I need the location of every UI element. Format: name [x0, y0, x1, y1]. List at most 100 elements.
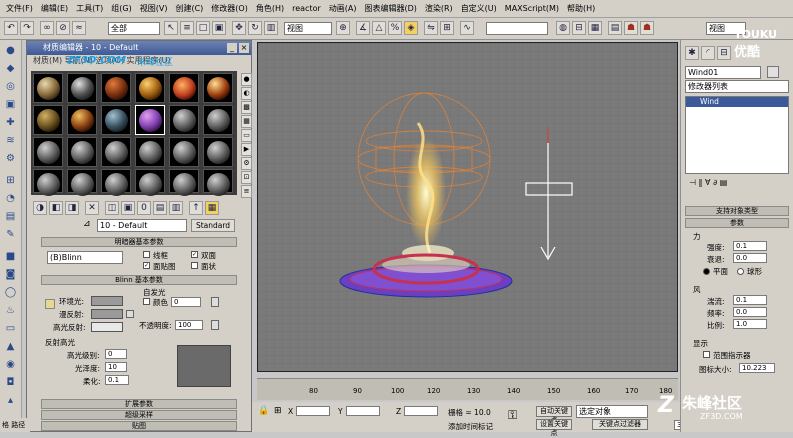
key-icon[interactable]: ⚿: [508, 408, 517, 423]
unlink-icon[interactable]: ⊘: [56, 21, 70, 35]
sample-slot-23[interactable]: [169, 169, 199, 196]
go-sibling-icon[interactable]: ▦: [205, 201, 219, 215]
spherical-radio[interactable]: [737, 268, 744, 275]
display-tool-icon[interactable]: ▤: [3, 210, 18, 224]
decay-value[interactable]: 0.0: [733, 253, 767, 263]
link-icon[interactable]: ∞: [40, 21, 54, 35]
self-illum-map-button[interactable]: [211, 297, 219, 307]
undo-icon[interactable]: ↶: [4, 21, 18, 35]
snap-icon[interactable]: ∡: [356, 21, 370, 35]
sample-slot-2[interactable]: [67, 73, 97, 103]
sample-slot-22[interactable]: [135, 169, 165, 196]
faceted-checkbox[interactable]: [191, 262, 198, 269]
box-tool-icon[interactable]: ■: [3, 250, 18, 264]
turbulence-value[interactable]: 0.1: [733, 295, 767, 305]
add-time-tag[interactable]: 添加时间标记: [448, 421, 493, 432]
torus-tool-icon[interactable]: ◯: [3, 286, 18, 300]
video-check-icon[interactable]: ▭: [241, 129, 252, 142]
sphere-tool-icon[interactable]: ●: [3, 44, 18, 58]
minimize-icon[interactable]: _: [227, 43, 237, 53]
strength-value[interactable]: 0.1: [733, 241, 767, 251]
pick-material-icon[interactable]: ⊿: [83, 219, 91, 229]
redo-icon[interactable]: ↷: [20, 21, 34, 35]
specular-level-value[interactable]: 0: [105, 349, 127, 359]
helper-tool-icon[interactable]: ✚: [3, 116, 18, 130]
spinner-snap-icon[interactable]: ◈: [404, 21, 418, 35]
shader-params-rollout[interactable]: 明暗器基本参数: [41, 237, 237, 247]
close-icon[interactable]: ×: [239, 43, 249, 53]
get-material-icon[interactable]: ◑: [33, 201, 47, 215]
reset-map-icon[interactable]: ✕: [85, 201, 99, 215]
frequency-value[interactable]: 0.0: [733, 307, 767, 317]
material-name-field[interactable]: 10 - Default: [97, 219, 187, 232]
soften-value[interactable]: 0.1: [105, 375, 129, 385]
rotate-icon[interactable]: ↻: [248, 21, 262, 35]
parameters-rollout[interactable]: 参数: [685, 218, 789, 228]
sample-slot-17[interactable]: [169, 137, 199, 167]
sample-slot-19[interactable]: [33, 169, 63, 196]
sample-slot-1[interactable]: [33, 73, 63, 103]
ambient-color-swatch[interactable]: [91, 296, 123, 306]
selection-filter-dropdown[interactable]: 全部: [108, 22, 160, 35]
quick-render-icon[interactable]: ☗: [624, 21, 638, 35]
named-selection-dropdown[interactable]: [486, 22, 548, 35]
diffuse-color-swatch[interactable]: [91, 309, 123, 319]
background-icon[interactable]: ▩: [241, 101, 252, 114]
backlight-icon[interactable]: ◐: [241, 87, 252, 100]
shape-tool-icon[interactable]: ◆: [3, 62, 18, 76]
window-crossing-icon[interactable]: ▣: [212, 21, 226, 35]
percent-snap-icon[interactable]: %: [388, 21, 402, 35]
camera-tool-icon[interactable]: ▣: [3, 98, 18, 112]
material-effects-icon[interactable]: 0: [137, 201, 151, 215]
make-preview-icon[interactable]: ▶: [241, 143, 252, 156]
support-types-rollout[interactable]: 支持对象类型: [685, 206, 789, 216]
put-to-scene-icon[interactable]: ◧: [49, 201, 63, 215]
facemap-checkbox[interactable]: ✓: [143, 262, 150, 269]
sample-slot-20[interactable]: [67, 169, 97, 196]
sample-slot-15[interactable]: [101, 137, 131, 167]
stack-item-wind[interactable]: Wind: [686, 97, 788, 107]
y-coord-field[interactable]: [346, 406, 380, 416]
x-coord-field[interactable]: [296, 406, 330, 416]
sample-slot-24[interactable]: [203, 169, 233, 196]
cylinder-tool-icon[interactable]: ◙: [3, 268, 18, 282]
move-icon[interactable]: ✥: [232, 21, 246, 35]
motion-tool-icon[interactable]: ◔: [3, 192, 18, 206]
menu-edit[interactable]: 编辑(E): [37, 3, 72, 14]
scale-value[interactable]: 1.0: [733, 319, 767, 329]
bind-icon[interactable]: ≈: [72, 21, 86, 35]
extended-params-rollout[interactable]: 扩展参数: [41, 399, 237, 409]
go-parent-icon[interactable]: ↑: [189, 201, 203, 215]
shader-type-dropdown[interactable]: (B)Blinn: [47, 251, 123, 264]
menu-views[interactable]: 视图(V): [136, 3, 172, 14]
menu-customize[interactable]: 自定义(U): [457, 3, 501, 14]
select-icon[interactable]: ↖: [164, 21, 178, 35]
teapot-tool-icon[interactable]: ♨: [3, 304, 18, 318]
align-icon[interactable]: ⊞: [440, 21, 454, 35]
glossiness-value[interactable]: 10: [105, 362, 127, 372]
pivot-icon[interactable]: ⊕: [336, 21, 350, 35]
sample-slot-13[interactable]: [33, 137, 63, 167]
put-to-library-icon[interactable]: ▣: [121, 201, 135, 215]
sample-slot-9[interactable]: [101, 105, 131, 135]
menu-maxscript[interactable]: MAXScript(M): [501, 4, 563, 13]
material-editor-icon[interactable]: ◍: [556, 21, 570, 35]
sample-slot-18[interactable]: [203, 137, 233, 167]
selected-objects-dropdown[interactable]: 选定对象: [576, 405, 648, 418]
sample-slot-14[interactable]: [67, 137, 97, 167]
assign-material-icon[interactable]: ◨: [65, 201, 79, 215]
material-editor-title[interactable]: 材质编辑器 - 10 - Default: [27, 41, 251, 55]
hierarchy-tool-icon[interactable]: ⊞: [3, 174, 18, 188]
supersampling-rollout[interactable]: 超级采样: [41, 410, 237, 420]
show-map-icon[interactable]: ▤: [153, 201, 167, 215]
range-indicator-checkbox[interactable]: [703, 351, 710, 358]
planar-radio[interactable]: [703, 268, 710, 275]
sample-slot-8[interactable]: [67, 105, 97, 135]
two-sided-checkbox[interactable]: ✓: [191, 251, 198, 258]
uv-tiling-icon[interactable]: ▦: [241, 115, 252, 128]
render-frame-icon[interactable]: ▤: [608, 21, 622, 35]
specular-color-swatch[interactable]: [91, 322, 123, 332]
stack-controls[interactable]: ⊣ ‖ ∀ ∂ ▤: [689, 178, 727, 187]
time-ruler[interactable]: 80 90 100 120 130 140 150 160 170 180: [257, 378, 678, 400]
material-type-button[interactable]: Standard: [191, 219, 235, 232]
